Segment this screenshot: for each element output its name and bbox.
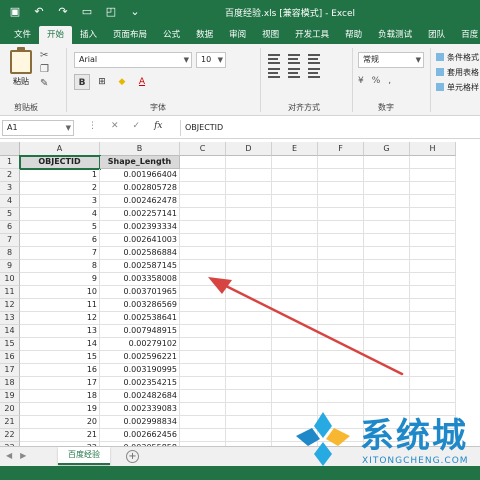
alignment-buttons — [268, 54, 322, 78]
fill-color-icon[interactable]: ◆ — [114, 74, 130, 90]
align-top-icon[interactable] — [268, 54, 280, 64]
formula-input[interactable]: OBJECTID — [180, 120, 478, 136]
clipboard-icon — [10, 47, 32, 74]
tab-7[interactable]: 视图 — [254, 26, 287, 44]
tab-0[interactable]: 文件 — [6, 26, 39, 44]
align-center-icon[interactable] — [288, 68, 300, 78]
styles-group: 条件格式 套用表格 单元格样 — [436, 50, 480, 95]
spreadsheet-grid: ABCDEFGH 1 OBJECTID Shape_Length 2 1 0.001966… — [0, 142, 480, 446]
border-icon[interactable]: ⊞ — [94, 74, 110, 90]
ribbon-tabs: 文件 开始 插入 页面布局 公式 数据 审阅 视图 开发工具 帮助 负载测试 团队 百度 — [0, 24, 480, 44]
copy-icon[interactable]: ❐ — [40, 64, 49, 75]
watermark-logo-icon — [296, 412, 350, 466]
tab-8[interactable]: 开发工具 — [287, 26, 337, 44]
format-painter-icon[interactable]: ✎ — [40, 78, 49, 89]
percent-icon[interactable]: % — [372, 76, 381, 86]
sheet-nav: ◀ ▶ — [6, 451, 26, 460]
cut-icon[interactable]: ✂ — [40, 50, 49, 61]
font-size-select[interactable]: 10 ▼ — [196, 52, 226, 68]
paste-button[interactable]: 粘贴 — [6, 47, 36, 94]
add-sheet-button[interactable]: + — [126, 450, 139, 463]
font-group-label: 字体 — [150, 103, 166, 112]
bold-button[interactable]: B — [74, 74, 90, 90]
tab-10[interactable]: 负载测试 — [370, 26, 420, 44]
font-format-buttons: B ⊞ ◆ A — [74, 74, 150, 90]
chevron-down-icon: ▼ — [65, 124, 71, 132]
comma-icon[interactable]: , — [388, 76, 391, 86]
clipboard-tools: ✂ ❐ ✎ — [40, 50, 49, 89]
tab-1[interactable]: 开始 — [39, 26, 73, 44]
divider — [66, 48, 67, 112]
tab-9[interactable]: 帮助 — [337, 26, 370, 44]
tab-2[interactable]: 插入 — [72, 26, 105, 44]
watermark: 系统城 XITONGCHENG.COM — [290, 402, 480, 480]
divider — [260, 48, 261, 112]
cell-styles-button[interactable]: 单元格样 — [436, 80, 480, 95]
watermark-subtext: XITONGCHENG.COM — [362, 456, 469, 466]
align-left-icon[interactable] — [268, 68, 280, 78]
next-sheet-icon[interactable]: ▶ — [20, 451, 26, 460]
font-name-select[interactable]: Arial ▼ — [74, 52, 192, 68]
formula-tools: ⋮ ✕ ✓ fx — [88, 121, 163, 131]
tab-11[interactable]: 团队 — [420, 26, 453, 44]
align-bottom-icon[interactable] — [308, 54, 320, 64]
divider — [352, 48, 353, 112]
number-group-label: 数字 — [378, 103, 394, 112]
prev-sheet-icon[interactable]: ◀ — [6, 451, 12, 460]
annotation-arrow — [208, 277, 404, 376]
tab-5[interactable]: 数据 — [188, 26, 221, 44]
chevron-down-icon: ▼ — [415, 56, 421, 64]
chevron-down-icon: ▼ — [217, 56, 223, 64]
font-color-icon[interactable]: A — [134, 74, 150, 90]
align-middle-icon[interactable] — [288, 54, 300, 64]
clipboard-group-label: 剪贴板 — [14, 103, 38, 112]
tab-4[interactable]: 公式 — [155, 26, 188, 44]
chevron-down-icon: ▼ — [183, 56, 189, 64]
insert-function-icon[interactable]: fx — [154, 121, 162, 131]
format-as-table-button[interactable]: 套用表格 — [436, 65, 480, 80]
formula-bar: A1 ▼ ⋮ ✕ ✓ fx OBJECTID — [0, 117, 480, 139]
ribbon: 粘贴 ✂ ❐ ✎ 剪贴板 Arial ▼ 10 ▼ B ⊞ ◆ A 字体 对齐方式 … — [0, 44, 480, 116]
enter-icon[interactable]: ✓ — [133, 121, 141, 131]
number-format-buttons: ¥ % , — [358, 76, 391, 86]
window-title: 百度经验.xls [兼容模式] - Excel — [224, 9, 356, 19]
tab-12[interactable]: 百度 — [453, 26, 480, 44]
currency-icon[interactable]: ¥ — [358, 76, 364, 86]
number-format-select[interactable]: 常规 ▼ — [358, 52, 424, 68]
tab-6[interactable]: 审阅 — [221, 26, 254, 44]
sheet-tab[interactable]: 百度经验 — [58, 447, 110, 465]
align-right-icon[interactable] — [308, 68, 320, 78]
name-box[interactable]: A1 ▼ — [2, 120, 74, 136]
alignment-group-label: 对齐方式 — [288, 103, 320, 112]
divider — [430, 48, 431, 112]
title-bar: ▣ ↶ ↷ ▭ ◰ ⌄ 百度经验.xls [兼容模式] - Excel — [0, 0, 480, 24]
conditional-format-button[interactable]: 条件格式 — [436, 50, 480, 65]
cancel-icon[interactable]: ✕ — [111, 121, 119, 131]
tab-3[interactable]: 页面布局 — [105, 26, 155, 44]
watermark-text: 系统城 — [360, 416, 468, 456]
more-options-icon: ⋮ — [88, 121, 97, 131]
